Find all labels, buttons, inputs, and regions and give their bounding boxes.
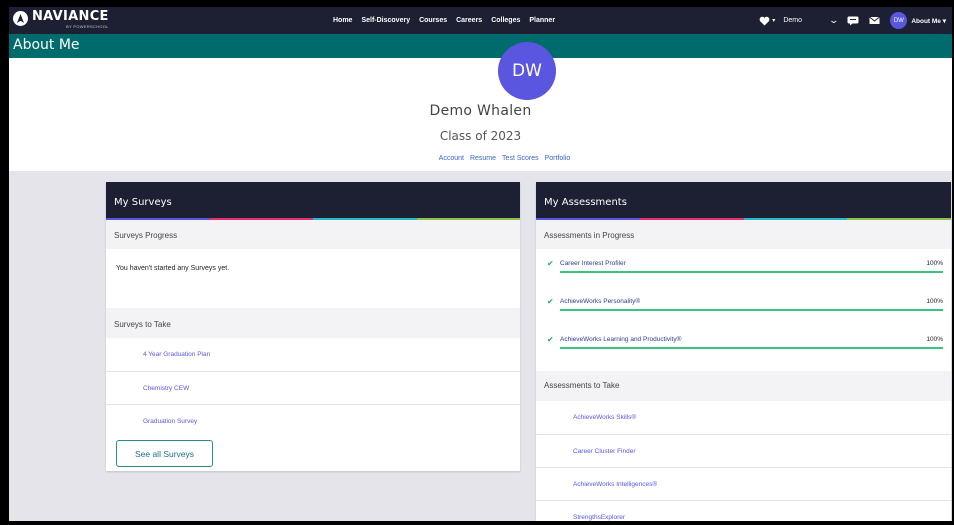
user-avatar-large: DW [498,42,556,100]
chevron-down-icon: ⌄ [828,15,839,25]
about-me-menu[interactable]: About Me ▾ [911,17,946,25]
title-band: About Me [9,34,952,58]
assessment-item[interactable]: AchieveWorks Skills® [536,401,951,434]
assessment-progress-row[interactable]: ✔ AchieveWorks Personality® 100% [536,287,951,325]
surveys-progress-panel [106,249,520,308]
surveys-progress-label: Surveys Progress [114,231,178,240]
check-icon: ✔ [547,259,554,268]
check-icon: ✔ [547,297,554,306]
profile-header: Demo Whalen Class of 2023 Account Resume… [9,58,952,171]
demo-dropdown[interactable]: Demo ⌄ [783,15,839,26]
survey-item[interactable]: Chemistry CEW [106,371,520,404]
student-name: Demo Whalen [429,103,532,119]
nav-planner[interactable]: Planner [529,17,555,24]
card-accent-stripe [536,218,951,220]
nav-home[interactable]: Home [333,17,352,24]
my-surveys-card: My Surveys Surveys Progress You haven't … [106,182,520,471]
assessment-progress-row[interactable]: ✔ Career Interest Profiler 100% [536,249,951,287]
assessment-item[interactable]: Career Cluster Finder [536,434,951,467]
assessment-item-label[interactable]: AchieveWorks Skills® [573,414,636,421]
logo-icon [13,11,28,26]
nav-courses[interactable]: Courses [419,17,447,24]
survey-item-label[interactable]: 4 Year Graduation Plan [143,351,210,358]
main-nav: Home Self-Discovery Courses Careers Coll… [333,7,555,34]
card-title: My Assessments [536,182,951,218]
profile-links: Account Resume Test Scores Portfolio [9,155,952,162]
nav-utilities: ▾ Demo ⌄ DW About Me ▾ [759,7,946,34]
naviance-logo[interactable]: NAVIANCE BY POWERSCHOOL [13,9,109,31]
assessment-name[interactable]: Career Interest Profiler [560,260,626,267]
assessment-name[interactable]: AchieveWorks Learning and Productivity® [560,336,681,343]
resume-link[interactable]: Resume [470,155,496,162]
card-title: My Surveys [106,182,520,218]
app-window: NAVIANCE BY POWERSCHOOL Home Self-Discov… [9,7,952,521]
assessment-item-label[interactable]: StrengthsExplorer [573,514,625,521]
nav-colleges[interactable]: Colleges [491,17,520,24]
assessment-item[interactable]: StrengthsExplorer [536,500,951,521]
assessment-item[interactable]: AchieveWorks Intelligences® [536,467,951,500]
assessment-percent: 100% [926,260,943,267]
progress-bar [560,309,943,311]
assessment-progress-row[interactable]: ✔ AchieveWorks Learning and Productivity… [536,325,951,371]
assessment-percent: 100% [926,336,943,343]
survey-item[interactable]: Graduation Survey [106,404,520,437]
progress-bar [560,271,943,273]
surveys-to-take-label: Surveys to Take [114,320,171,329]
assessment-item-label[interactable]: Career Cluster Finder [573,448,636,455]
survey-item[interactable]: 4 Year Graduation Plan [106,338,520,371]
page-title: About Me [13,37,80,53]
progress-bar [560,347,943,349]
top-nav: NAVIANCE BY POWERSCHOOL Home Self-Discov… [9,7,952,34]
survey-item-label[interactable]: Chemistry CEW [143,385,189,392]
account-link[interactable]: Account [439,155,464,162]
logo-subtitle: BY POWERSCHOOL [66,24,109,29]
nav-self-discovery[interactable]: Self-Discovery [361,17,410,24]
demo-label: Demo [783,17,802,24]
user-avatar-small[interactable]: DW [890,12,908,29]
see-all-surveys-button[interactable]: See all Surveys [116,440,213,467]
caret-down-icon: ▾ [772,18,776,24]
check-icon: ✔ [547,335,554,344]
card-accent-stripe [106,218,520,220]
empty-surveys-message: You haven't started any Surveys yet. [116,265,230,272]
class-year: Class of 2023 [439,129,522,143]
test-scores-link[interactable]: Test Scores [502,155,539,162]
mail-icon[interactable] [869,16,881,25]
assessments-progress-label: Assessments in Progress [544,231,635,240]
survey-item-label[interactable]: Graduation Survey [143,418,197,425]
assessments-to-take-label: Assessments to Take [544,381,620,390]
my-assessments-card: My Assessments Assessments in Progress ✔… [536,182,951,521]
assessment-percent: 100% [926,298,943,305]
assessment-name[interactable]: AchieveWorks Personality® [560,298,640,305]
assessment-item-label[interactable]: AchieveWorks Intelligences® [573,481,657,488]
logo-name: NAVIANCE [32,9,109,24]
nav-careers[interactable]: Careers [456,17,482,24]
message-icon[interactable] [847,16,859,26]
portfolio-link[interactable]: Portfolio [545,155,571,162]
favorites-menu[interactable]: ▾ [759,16,775,26]
heart-icon [759,16,770,26]
